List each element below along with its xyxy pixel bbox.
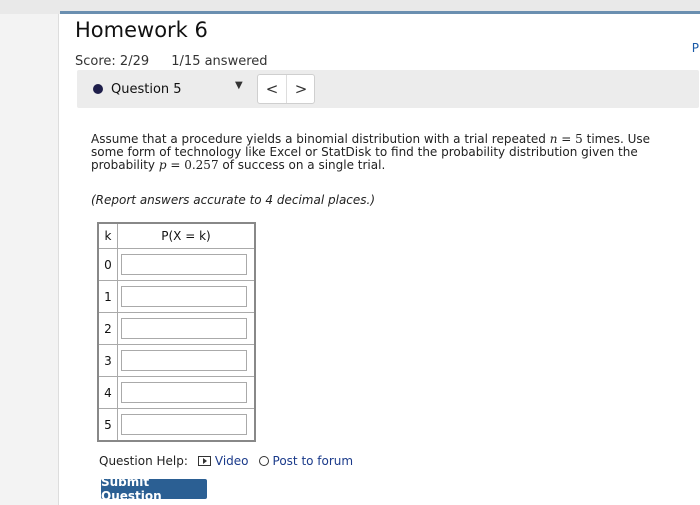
chevron-right-icon: >: [294, 80, 308, 98]
k-value: 1: [97, 280, 118, 313]
header-k: k: [97, 222, 118, 249]
k-value: 4: [97, 376, 118, 409]
probability-input[interactable]: [121, 254, 247, 275]
homework-page: Homework 6 Score: 2/29 1/15 answered P Q…: [58, 14, 700, 505]
math-p: p = 0.257: [158, 158, 219, 172]
video-link[interactable]: Video: [197, 454, 249, 468]
chevron-left-icon: <: [265, 80, 279, 98]
submit-question-button[interactable]: Submit Question: [101, 475, 207, 503]
probability-input[interactable]: [121, 286, 247, 307]
caret-down-icon: ▼: [235, 80, 243, 91]
probability-input[interactable]: [121, 350, 247, 371]
cut-off-link[interactable]: P: [692, 41, 699, 55]
k-value: 3: [97, 344, 118, 377]
k-value: 2: [97, 312, 118, 345]
table-row: 3: [97, 344, 256, 377]
question-select-label: Question 5: [111, 81, 182, 97]
k-value: 0: [97, 248, 118, 281]
probability-input[interactable]: [121, 318, 247, 339]
previous-question-button[interactable]: <: [258, 75, 286, 103]
probability-cell: [117, 344, 256, 377]
help-label: Question Help:: [99, 454, 188, 468]
question-pager: < >: [257, 74, 315, 104]
table-row: 2: [97, 312, 256, 345]
probability-cell: [117, 408, 256, 442]
k-value: 5: [97, 408, 118, 442]
probability-input[interactable]: [121, 414, 247, 435]
probability-cell: [117, 376, 256, 409]
video-icon: [197, 456, 211, 466]
score-row: Score: 2/29 1/15 answered: [75, 54, 286, 69]
probability-table: k P(X = k) 012345: [97, 222, 256, 442]
table-row: 5: [97, 408, 256, 442]
header-probability: P(X = k): [117, 222, 256, 249]
probability-cell: [117, 312, 256, 345]
status-dot-icon: [93, 84, 103, 94]
probability-cell: [117, 280, 256, 313]
math-n: n = 5: [549, 132, 583, 146]
speech-bubble-icon: [258, 456, 269, 466]
table-row: 1: [97, 280, 256, 313]
table-row: 4: [97, 376, 256, 409]
table-row: 0: [97, 248, 256, 281]
page-title: Homework 6: [75, 18, 208, 42]
next-question-button[interactable]: >: [286, 75, 315, 103]
rounding-instruction: (Report answers accurate to 4 decimal pl…: [91, 193, 376, 207]
probability-input[interactable]: [121, 382, 247, 403]
score-text: Score: 2/29: [75, 54, 150, 69]
post-to-forum-link[interactable]: Post to forum: [258, 454, 353, 468]
question-nav-bar: Question 5 ▼ < >: [77, 70, 699, 108]
question-help: Question Help: Video Post to forum: [99, 454, 353, 468]
question-select[interactable]: Question 5 ▼: [87, 76, 243, 102]
answered-count: 1/15 answered: [171, 54, 268, 69]
probability-cell: [117, 248, 256, 281]
question-text: Assume that a procedure yields a binomia…: [91, 132, 651, 172]
